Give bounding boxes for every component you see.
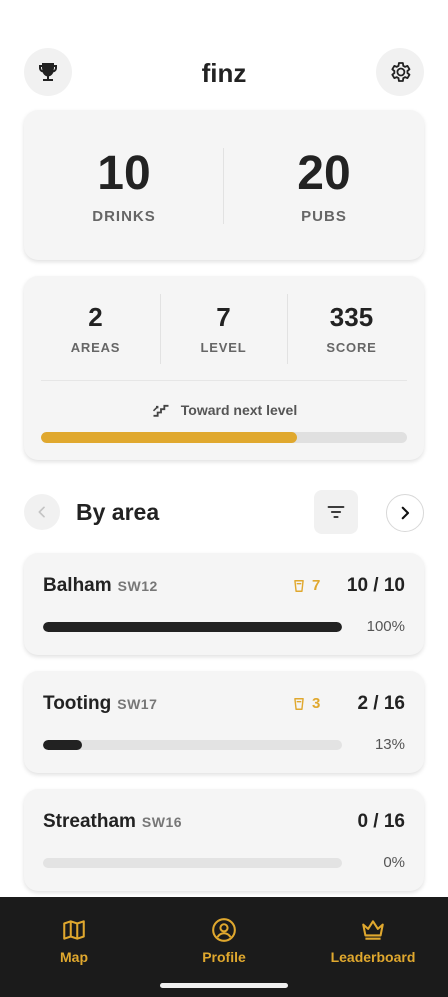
area-drinks-count: 3	[312, 695, 321, 712]
nav-item-label: Profile	[202, 949, 246, 965]
next-level-progress-fill	[41, 432, 298, 443]
area-percent: 13%	[374, 736, 405, 753]
area-name-text: Tooting	[43, 693, 112, 714]
chevron-left-icon	[38, 506, 45, 518]
area-drinks-badge: 3	[292, 695, 320, 712]
score-stat: 335 SCORE	[285, 302, 418, 355]
pubs-stat: 20 PUBS	[224, 147, 424, 226]
next-button[interactable]	[386, 494, 424, 532]
nav-item-profile[interactable]: Profile	[164, 917, 284, 965]
page-title: finz	[201, 58, 247, 88]
section-title: By area	[76, 499, 160, 525]
areas-label: AREAS	[70, 340, 121, 355]
level-stat: 7 LEVEL	[157, 302, 290, 355]
summary-card: 10 DRINKS 20 PUBS	[24, 110, 424, 260]
map-icon	[63, 920, 85, 940]
area-drinks-badge: 7	[292, 577, 320, 594]
area-postcode: SW17	[117, 696, 158, 712]
nav-item-label: Leaderboard	[330, 949, 416, 965]
gear-icon	[391, 62, 411, 82]
filter-icon	[327, 506, 345, 518]
area-progress-bar	[43, 622, 342, 632]
settings-button[interactable]	[376, 48, 424, 96]
score-label: SCORE	[326, 340, 377, 355]
areas-value: 2	[88, 302, 103, 332]
area-name-text: Balham	[43, 575, 112, 596]
glass-icon	[294, 579, 304, 592]
level-value: 7	[216, 302, 231, 332]
area-card-tooting[interactable]: Tooting SW17 3 2 / 16 13%	[24, 671, 424, 773]
drinks-value: 10	[97, 147, 151, 200]
crown-icon	[362, 920, 384, 940]
areas-stat: 2 AREAS	[29, 302, 162, 355]
area-pub-count: 10 / 10	[346, 575, 405, 596]
area-postcode: SW16	[141, 814, 183, 830]
pubs-label: PUBS	[301, 208, 347, 225]
score-value: 335	[329, 302, 374, 332]
next-level-progress-bar	[41, 432, 407, 443]
area-pub-count: 2 / 16	[357, 693, 405, 714]
area-progress-fill	[43, 740, 82, 750]
stairs-icon	[152, 404, 169, 417]
next-level-row: Toward next level	[24, 400, 424, 420]
area-percent: 0%	[383, 854, 405, 871]
area-name: Streatham SW16	[43, 811, 182, 833]
bottom-navigation: Map Profile Leaderboard	[0, 897, 448, 997]
area-progress-bar	[43, 858, 342, 868]
app-header: finz	[24, 48, 424, 96]
area-name: Balham SW12	[43, 575, 158, 597]
drinks-stat: 10 DRINKS	[24, 147, 224, 226]
next-level-label: Toward next level	[180, 402, 298, 418]
previous-button[interactable]	[24, 494, 60, 530]
glass-icon	[294, 697, 304, 710]
nav-item-label: Map	[60, 949, 88, 965]
area-progress-fill	[43, 622, 342, 632]
section-header: By area	[24, 490, 424, 534]
level-label: LEVEL	[200, 340, 247, 355]
nav-item-map[interactable]: Map	[14, 917, 134, 965]
area-pub-count: 0 / 16	[357, 811, 405, 832]
area-drinks-count: 7	[312, 577, 321, 594]
divider	[41, 380, 407, 381]
chevron-right-icon	[401, 506, 410, 520]
nav-item-leaderboard[interactable]: Leaderboard	[313, 917, 433, 965]
pubs-value: 20	[297, 147, 351, 200]
home-indicator	[160, 983, 288, 988]
filter-button[interactable]	[314, 490, 358, 534]
profile-icon	[212, 918, 236, 942]
area-progress-bar	[43, 740, 342, 750]
drinks-label: DRINKS	[92, 208, 156, 225]
area-percent: 100%	[366, 618, 405, 635]
area-name-text: Streatham	[43, 811, 136, 832]
area-name: Tooting SW17	[43, 693, 157, 715]
area-postcode: SW12	[117, 578, 158, 594]
stats-card: 2 AREAS 7 LEVEL 335 SCORE Toward next le…	[24, 276, 424, 460]
area-card-streatham[interactable]: Streatham SW16 0 / 16 0%	[24, 789, 424, 891]
area-card-balham[interactable]: Balham SW12 7 10 / 10 100%	[24, 553, 424, 655]
